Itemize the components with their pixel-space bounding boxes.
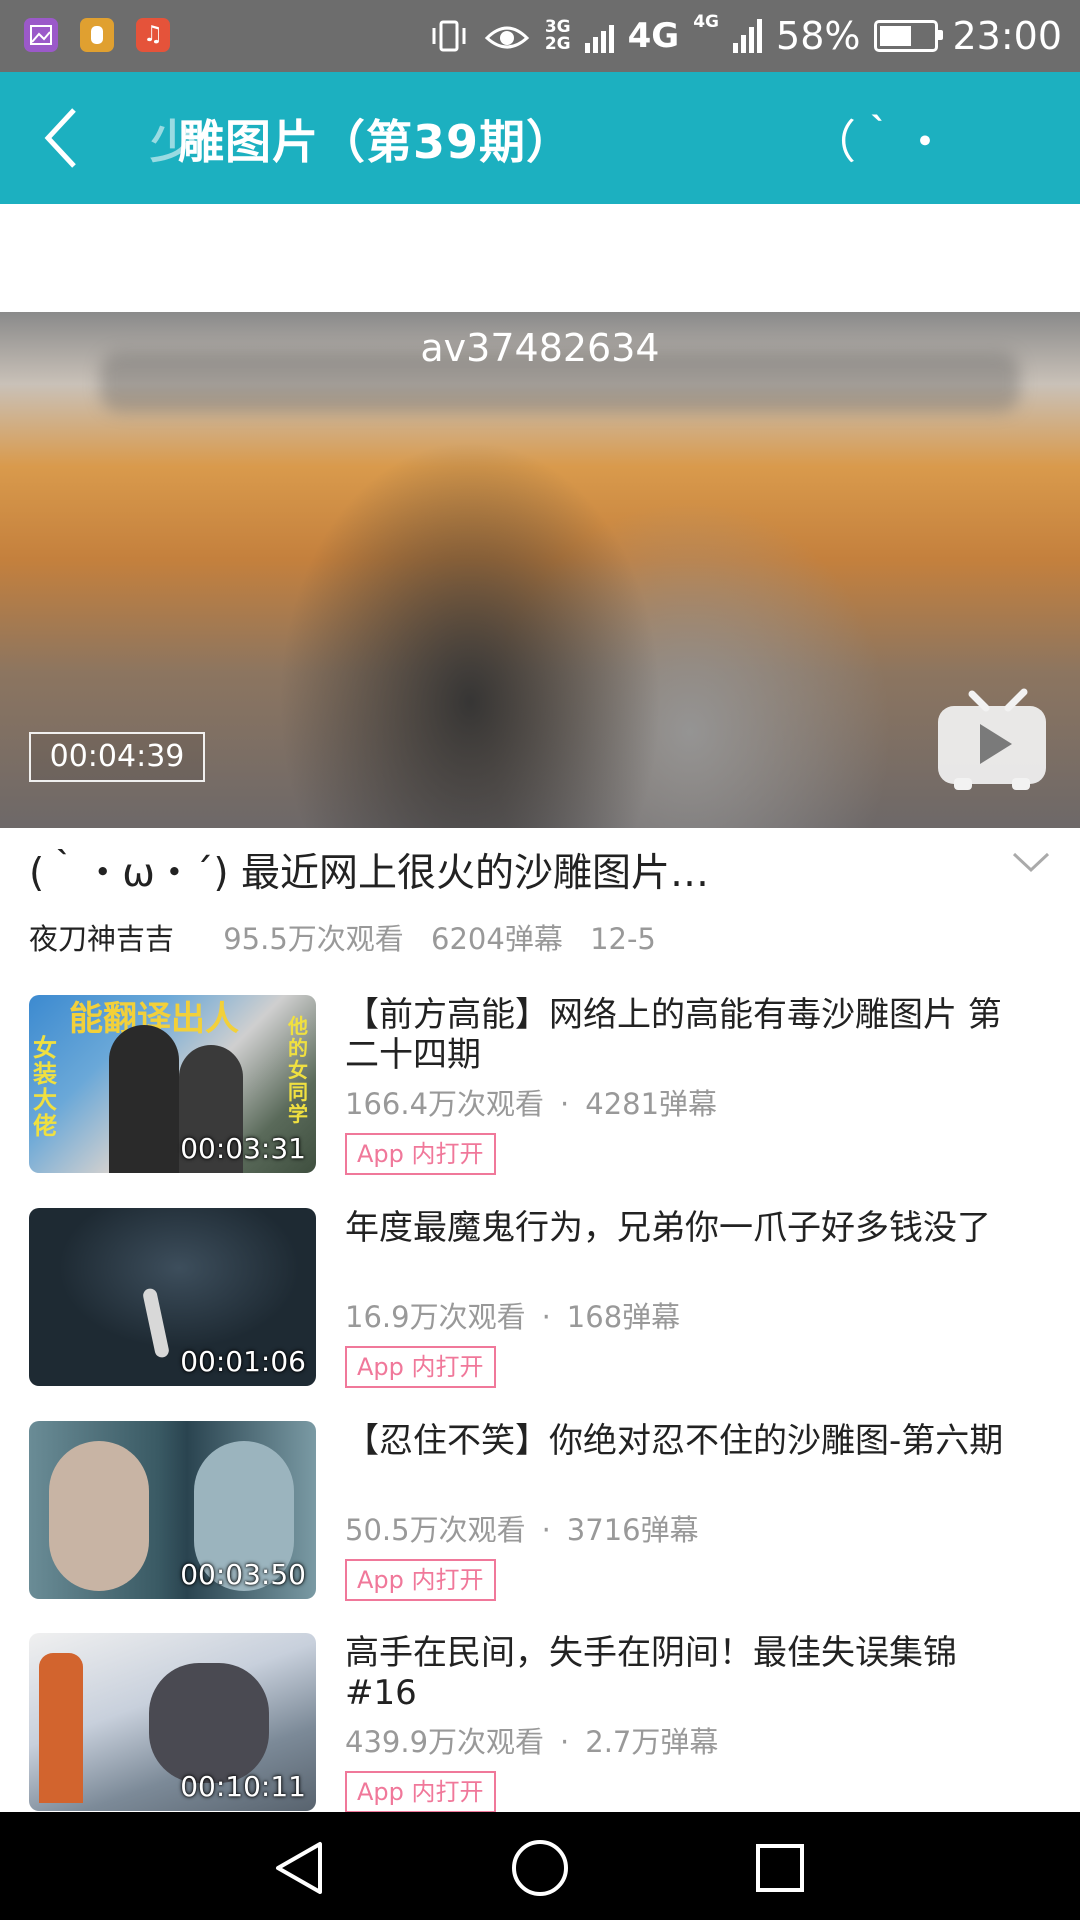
uploader-name[interactable]: 夜刀神吉吉: [29, 922, 174, 956]
separator-dot: ·: [560, 1087, 570, 1121]
clock: 23:00: [952, 14, 1062, 58]
related-danmaku-count: 4281弹幕: [585, 1087, 718, 1121]
thumbnail-duration: 00:03:50: [180, 1558, 306, 1591]
related-video-stats: 16.9万次观看 · 168弹幕: [345, 1294, 680, 1336]
thumbnail-duration: 00:01:06: [180, 1345, 306, 1378]
video-thumbnail[interactable]: 00:01:06: [29, 1208, 316, 1386]
related-view-count: 166.4万次观看: [345, 1087, 545, 1121]
signal-strength-icon-1: [584, 19, 614, 53]
gallery-icon: [24, 18, 58, 52]
tv-play-icon[interactable]: [936, 680, 1048, 792]
back-arrow-icon[interactable]: [30, 100, 106, 176]
thumb-face-left: [49, 1441, 149, 1591]
related-video-title[interactable]: 【忍住不笑】你绝对忍不住的沙雕图-第六期: [345, 1421, 1025, 1461]
related-view-count: 439.9万次观看: [345, 1725, 545, 1759]
thumb-caption-left: 女装大佬: [33, 1034, 57, 1140]
video-title: (｀・ω・´) 最近网上很火的沙雕图片…: [29, 851, 709, 896]
music-icon: ♫: [136, 18, 170, 52]
nav-home-icon[interactable]: [510, 1838, 570, 1898]
marquee-emote: （｀・: [810, 115, 948, 169]
open-in-app-button[interactable]: App 内打开: [345, 1133, 496, 1175]
video-thumbnail[interactable]: 00:03:50: [29, 1421, 316, 1599]
view-count: 95.5万次观看: [223, 922, 404, 956]
open-in-app-button[interactable]: App 内打开: [345, 1771, 496, 1813]
publish-date: 12-5: [590, 922, 656, 956]
thumb-hand: [141, 1287, 171, 1359]
separator-dot: ·: [560, 1725, 570, 1759]
network-4g-label: 4G: [627, 16, 680, 56]
video-player[interactable]: av37482634 00:04:39: [0, 312, 1080, 828]
signal-strength-icon-2: [733, 19, 763, 53]
battery-icon: [874, 20, 944, 52]
related-video-stats: 166.4万次观看 · 4281弹幕: [345, 1081, 717, 1123]
chevron-down-icon[interactable]: [1012, 850, 1050, 874]
status-bar: ♫ 3G 2G 4G 4G 58% 23:00: [0, 0, 1080, 72]
thumbnail-duration: 00:03:31: [180, 1132, 306, 1165]
eye-icon: [484, 26, 530, 49]
related-video-item[interactable]: 00:10:11 高手在民间，失手在阴间！最佳失误集锦 #16 439.9万次观…: [0, 1633, 1080, 1813]
page-title-main: 雕图片（第39期）: [178, 115, 574, 169]
related-video-stats: 50.5万次观看 · 3716弹幕: [345, 1507, 699, 1549]
related-video-title[interactable]: 年度最魔鬼行为，兄弟你一爪子好多钱没了: [345, 1208, 1025, 1248]
related-danmaku-count: 168弹幕: [566, 1300, 681, 1334]
related-video-stats: 439.9万次观看 · 2.7万弹幕: [345, 1719, 718, 1761]
network-3g-2g: 3G 2G: [544, 17, 571, 54]
related-view-count: 50.5万次观看: [345, 1513, 526, 1547]
hand-icon: [80, 18, 114, 52]
video-av-id: av37482634: [420, 326, 660, 370]
related-video-title[interactable]: 高手在民间，失手在阴间！最佳失误集锦 #16: [345, 1633, 1025, 1713]
related-view-count: 16.9万次观看: [345, 1300, 526, 1334]
related-video-item[interactable]: 00:03:50 【忍住不笑】你绝对忍不住的沙雕图-第六期 50.5万次观看 · 3…: [0, 1421, 1080, 1601]
video-duration-badge: 00:04:39: [29, 732, 205, 782]
separator-dot: ·: [541, 1300, 551, 1334]
open-in-app-button[interactable]: App 内打开: [345, 1346, 496, 1388]
network-4g-small-label: 4G: [693, 12, 720, 32]
open-in-app-button[interactable]: App 内打开: [345, 1559, 496, 1601]
vibrate-icon: [432, 20, 466, 52]
thumb-hydrant: [39, 1653, 83, 1803]
video-meta: 夜刀神吉吉 95.5万次观看 6204弹幕 12-5: [29, 916, 674, 958]
separator-dot: ·: [541, 1513, 551, 1547]
danmaku-count: 6204弹幕: [431, 922, 563, 956]
nav-back-icon[interactable]: [270, 1838, 330, 1898]
related-video-title[interactable]: 【前方高能】网络上的高能有毒沙雕图片 第二十四期: [345, 995, 1025, 1075]
system-nav-bar: [0, 1812, 1080, 1920]
related-danmaku-count: 3716弹幕: [566, 1513, 699, 1547]
video-thumbnail[interactable]: 00:10:11: [29, 1633, 316, 1811]
thumb-person: [109, 1025, 179, 1173]
thumb-caption-right: 他的女同学: [288, 1014, 308, 1126]
thumbnail-duration: 00:10:11: [180, 1770, 306, 1803]
nav-recents-icon[interactable]: [750, 1838, 810, 1898]
related-danmaku-count: 2.7万弹幕: [585, 1725, 719, 1759]
related-video-item[interactable]: 能翻译出人 女装大佬 他的女同学 00:03:31 【前方高能】网络上的高能有毒…: [0, 995, 1080, 1175]
video-thumbnail[interactable]: 能翻译出人 女装大佬 他的女同学 00:03:31: [29, 995, 316, 1173]
battery-percent: 58%: [776, 14, 861, 58]
related-video-item[interactable]: 00:01:06 年度最魔鬼行为，兄弟你一爪子好多钱没了 16.9万次观看 · 16…: [0, 1208, 1080, 1388]
app-bar: 少 雕图片（第39期） （｀・: [0, 72, 1080, 204]
thumb-person: [149, 1663, 269, 1783]
